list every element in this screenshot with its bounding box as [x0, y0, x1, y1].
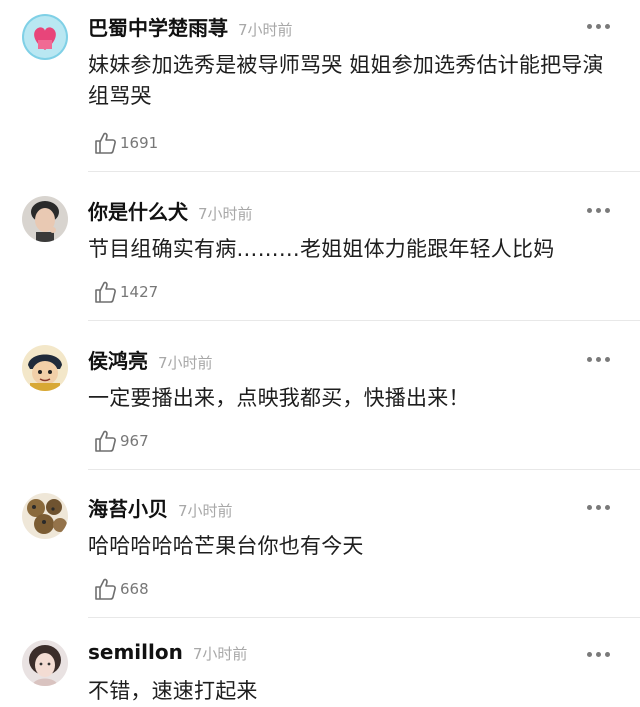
- username[interactable]: 你是什么犬: [88, 196, 188, 225]
- timestamp: 7小时前: [178, 502, 233, 520]
- like-count: 1427: [120, 283, 159, 301]
- like-button[interactable]: 668: [92, 576, 149, 602]
- comment-text: 节目组确实有病………老姐姐体力能跟年轻人比妈: [88, 237, 555, 261]
- username[interactable]: 巴蜀中学楚雨荨: [88, 12, 228, 41]
- thumbs-up-icon: [95, 430, 116, 452]
- thumbs-up-icon: [95, 281, 116, 303]
- more-options-icon[interactable]: [587, 652, 610, 657]
- comment-text: 一定要播出来，点映我都买，快播出来！: [88, 386, 470, 410]
- comment-item: 海苔小贝 7小时前 哈哈哈哈哈芒果台你也有今天 668: [0, 469, 640, 618]
- username[interactable]: 侯鸿亮: [88, 345, 148, 374]
- timestamp: 7小时前: [198, 205, 253, 223]
- username[interactable]: semillon: [88, 640, 183, 664]
- timestamp: 7小时前: [192, 645, 248, 663]
- like-count: 967: [120, 432, 149, 450]
- thumbs-up-icon: [95, 132, 116, 154]
- avatar[interactable]: [22, 196, 68, 242]
- comment-item: 巴蜀中学楚雨荨 7小时前 妹妹参加选秀是被导师骂哭 姐姐参加选秀估计能把导演组骂…: [0, 0, 640, 172]
- avatar[interactable]: [22, 14, 68, 60]
- like-count: 1691: [120, 134, 159, 152]
- girl-photo-avatar-icon: [22, 640, 68, 686]
- like-button[interactable]: 1427: [92, 279, 158, 305]
- man-photo-avatar-icon: [22, 196, 68, 242]
- thumbs-up-icon: [95, 578, 116, 600]
- pink-heart-avatar-icon: [22, 14, 68, 60]
- more-options-icon[interactable]: [587, 24, 610, 29]
- avatar[interactable]: [22, 345, 68, 391]
- more-options-icon[interactable]: [587, 208, 610, 213]
- comment-text: 哈哈哈哈哈芒果台你也有今天: [88, 534, 364, 558]
- comment-item: 你是什么犬 7小时前 节目组确实有病………老姐姐体力能跟年轻人比妈 1427: [0, 172, 640, 321]
- timestamp: 7小时前: [158, 354, 213, 372]
- timestamp: 7小时前: [238, 21, 293, 39]
- comment-item: 侯鸿亮 7小时前 一定要播出来，点映我都买，快播出来！ 967: [0, 321, 640, 470]
- comment-feed: 巴蜀中学楚雨荨 7小时前 妹妹参加选秀是被导师骂哭 姐姐参加选秀估计能把导演组骂…: [0, 0, 640, 705]
- comment-item: semillon 7小时前 不错，速速打起来: [0, 618, 640, 705]
- cartoon-character-avatar-icon: [22, 345, 68, 391]
- like-button[interactable]: 967: [92, 428, 149, 454]
- more-options-icon[interactable]: [587, 357, 610, 362]
- more-options-icon[interactable]: [587, 505, 610, 510]
- comment-text: 不错，速速打起来: [88, 679, 258, 703]
- username[interactable]: 海苔小贝: [88, 493, 168, 522]
- like-count: 668: [120, 580, 149, 598]
- like-button[interactable]: 1691: [92, 130, 158, 156]
- avatar[interactable]: [22, 493, 68, 539]
- cookies-avatar-icon: [22, 493, 68, 539]
- avatar[interactable]: [22, 640, 68, 686]
- comment-text: 妹妹参加选秀是被导师骂哭 姐姐参加选秀估计能把导演组骂哭: [88, 53, 604, 108]
